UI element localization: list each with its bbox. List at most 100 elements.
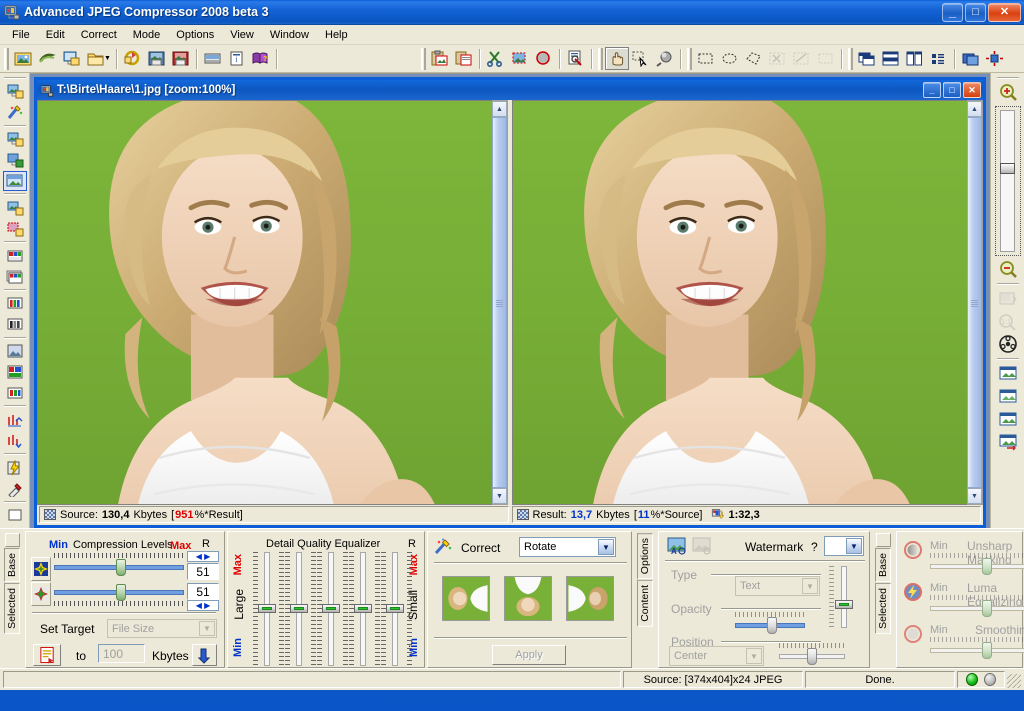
watermark-scale-thumb[interactable] — [807, 648, 817, 665]
channels-icon[interactable] — [3, 293, 27, 314]
open-folder-icon[interactable] — [83, 47, 107, 70]
film-reel-icon[interactable] — [996, 333, 1020, 356]
luma-slider[interactable] — [930, 600, 1024, 617]
histogram-down-icon[interactable] — [3, 430, 27, 451]
tab-options[interactable]: Options — [637, 533, 653, 580]
image-props-icon[interactable] — [3, 197, 27, 218]
watermark-help-icon[interactable]: ? — [811, 540, 818, 554]
rect-select-icon[interactable] — [694, 47, 718, 70]
watermark-scale-slider[interactable] — [779, 648, 845, 665]
save-as-icon[interactable] — [169, 47, 193, 70]
open-image-side-icon[interactable] — [3, 81, 27, 102]
target-file-icon[interactable] — [33, 644, 61, 666]
magic-wand-icon[interactable] — [653, 47, 677, 70]
smoothing-thumb[interactable] — [982, 642, 992, 659]
ellipse-select-icon[interactable] — [718, 47, 742, 70]
fit-window-icon[interactable] — [996, 287, 1020, 310]
luma-thumb[interactable] — [982, 600, 992, 617]
rotate-right-thumb[interactable] — [566, 576, 614, 621]
compression-slider1-value[interactable]: 51 — [187, 563, 219, 580]
cascade-windows-icon[interactable] — [855, 47, 879, 70]
luma-icon[interactable] — [903, 582, 923, 602]
result-scroll-track[interactable] — [967, 117, 982, 488]
dqe-slider-1-thumb[interactable] — [258, 604, 276, 613]
rotate-left-thumb[interactable] — [442, 576, 490, 621]
toolbar-grip-2[interactable] — [420, 47, 426, 70]
target-mode-chevron-down-icon[interactable]: ▼ — [199, 621, 215, 636]
open-from-screen-icon[interactable] — [59, 47, 83, 70]
menu-help[interactable]: Help — [317, 27, 356, 43]
compression-slider2-thumb[interactable] — [116, 584, 126, 601]
watermark-text-icon[interactable]: A — [667, 537, 687, 555]
watermark-preset-combo[interactable]: ▼ — [824, 536, 864, 556]
tab-selected-left[interactable]: Selected — [4, 582, 20, 634]
center-image-icon[interactable] — [983, 47, 1007, 70]
watermark-preset-chevron-down-icon[interactable]: ▼ — [846, 538, 862, 554]
zoom-out-icon[interactable] — [996, 258, 1020, 281]
arrange-icons-icon[interactable] — [927, 47, 951, 70]
compression-slider2[interactable] — [54, 584, 184, 601]
menu-view[interactable]: View — [222, 27, 262, 43]
tile-horizontal-icon[interactable] — [879, 47, 903, 70]
toolbar-grip-4[interactable] — [686, 47, 692, 70]
watermark-vertical-slider[interactable] — [835, 566, 853, 628]
toolbar-grip[interactable] — [4, 47, 9, 70]
window-view-add-icon[interactable] — [996, 431, 1020, 454]
tab-base-left[interactable]: Base — [4, 548, 20, 582]
apply-target-icon[interactable] — [192, 644, 217, 666]
result-vertical-scrollbar[interactable]: ▲ ▼ — [967, 100, 983, 505]
bw-channels-icon[interactable] — [3, 314, 27, 335]
dqe-slider-1[interactable] — [258, 552, 276, 666]
reload-image-icon[interactable] — [121, 47, 145, 70]
magic-correct-icon[interactable] — [3, 102, 27, 123]
chroma-star-icon[interactable] — [31, 582, 51, 606]
window-view-3-icon[interactable] — [996, 408, 1020, 431]
window-view-2-icon[interactable] — [996, 385, 1020, 408]
dqe-slider-4-thumb[interactable] — [354, 604, 372, 613]
correct-mode-chevron-down-icon[interactable]: ▼ — [598, 539, 614, 555]
menu-edit[interactable]: Edit — [38, 27, 73, 43]
source-scroll-track[interactable] — [492, 117, 507, 488]
dqe-slider-3-thumb[interactable] — [322, 604, 340, 613]
watermark-position-chevron-down-icon[interactable]: ▼ — [746, 648, 762, 664]
tab-selected-right[interactable]: Selected — [875, 582, 891, 634]
thumbnail-icon[interactable] — [3, 341, 27, 362]
result-scroll-up-arrow[interactable]: ▲ — [967, 101, 982, 117]
result-scroll-down-arrow[interactable]: ▼ — [967, 488, 982, 504]
image-select-icon[interactable] — [3, 218, 27, 239]
scissors-icon[interactable] — [766, 47, 790, 70]
help-book-icon[interactable]: ? — [249, 47, 273, 70]
dqe-slider-2-thumb[interactable] — [290, 604, 308, 613]
correct-mode-combo[interactable]: Rotate ▼ — [519, 537, 616, 557]
source-scroll-thumb[interactable] — [492, 117, 507, 488]
menu-window[interactable]: Window — [262, 27, 317, 43]
compression-slider2-spin[interactable]: ◀ ▶ — [187, 600, 219, 611]
rgb-bars-icon[interactable] — [3, 383, 27, 404]
unsharp-slider[interactable] — [930, 558, 1024, 575]
tab-square-toggle-right[interactable] — [875, 533, 891, 547]
close-button[interactable]: ✕ — [988, 2, 1021, 22]
crop-icon[interactable] — [508, 47, 532, 70]
watermark-vertical-thumb[interactable] — [835, 600, 853, 609]
quality-star-icon[interactable] — [31, 557, 51, 581]
zoom-slider-thumb[interactable] — [1000, 163, 1015, 174]
compression-slider1[interactable] — [54, 559, 184, 576]
document-close-button[interactable]: ✕ — [963, 82, 981, 98]
source-vertical-scrollbar[interactable]: ▲ ▼ — [492, 100, 508, 505]
image-export-icon[interactable] — [3, 150, 27, 171]
tab-square-toggle-left[interactable] — [4, 533, 20, 547]
new-window-icon[interactable] — [959, 47, 983, 70]
batch-icon[interactable] — [201, 47, 225, 70]
image-window-icon[interactable] — [2, 170, 27, 192]
apply-button[interactable]: Apply — [492, 645, 566, 665]
menu-mode[interactable]: Mode — [125, 27, 169, 43]
result-scroll-thumb[interactable] — [967, 117, 982, 488]
watermark-type-chevron-down-icon[interactable]: ▼ — [802, 578, 818, 594]
toolbar-grip-3[interactable] — [597, 47, 603, 70]
compression-slider1-spin[interactable]: ◀ ▶ — [187, 551, 219, 562]
image-save-icon[interactable] — [3, 129, 27, 150]
dqe-slider-2[interactable] — [290, 552, 308, 666]
tab-base-right[interactable]: Base — [875, 548, 891, 582]
resize-grip[interactable] — [1007, 674, 1021, 688]
palette-icon[interactable] — [3, 245, 27, 266]
